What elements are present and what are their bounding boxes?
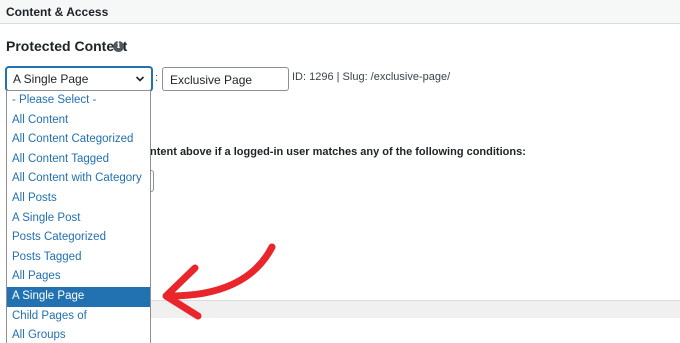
red-curved-arrow-icon — [162, 243, 276, 320]
